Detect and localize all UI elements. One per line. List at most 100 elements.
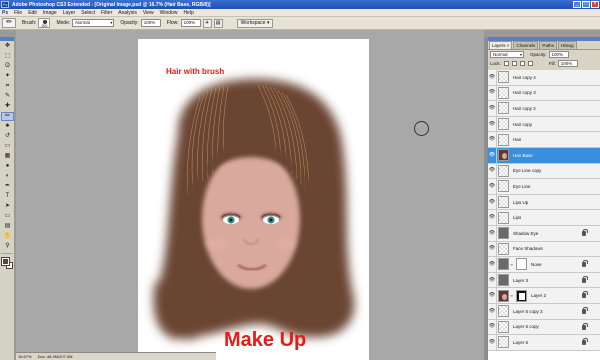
layer-row[interactable]: 👁 ∞ Layer 2 (488, 288, 600, 304)
marquee-icon[interactable]: ⬚ (1, 52, 14, 61)
layer-row[interactable]: 👁 Lips Up (488, 194, 600, 211)
move-icon[interactable]: ✥ (1, 42, 14, 51)
lock-all-icon[interactable] (527, 61, 533, 66)
shape-icon[interactable]: ▭ (1, 212, 14, 221)
blend-mode-select[interactable]: Normal ▾ (490, 51, 524, 58)
toolbox-grip[interactable] (0, 37, 14, 41)
layer-row[interactable]: 👁 Face Shadows (488, 241, 600, 258)
layer-row[interactable]: 👁 Hair copy 2 (488, 100, 600, 117)
layer-row[interactable]: 👁 Layer 5 (488, 334, 600, 351)
fill-field[interactable]: 100% (557, 60, 578, 67)
tab-channels[interactable]: Channels (513, 41, 539, 49)
layer-row[interactable]: 👁 Shadow Eye (488, 225, 600, 242)
eye-icon[interactable]: 👁 (488, 147, 497, 163)
maximize-button[interactable]: □ (582, 1, 590, 8)
brushes-palette-button[interactable]: ▤ (213, 18, 223, 28)
layer-row[interactable]: 👁 Hair Base (488, 147, 600, 164)
eye-icon[interactable]: 👁 (488, 132, 497, 148)
brush-icon[interactable]: ✏ (1, 112, 14, 121)
lasso-icon[interactable]: ʘ (1, 62, 14, 71)
lock-label: Lock: (490, 61, 501, 66)
menu-file[interactable]: File (11, 10, 25, 16)
eye-icon[interactable]: 👁 (488, 303, 497, 319)
dodge-icon[interactable]: ◐ (1, 172, 14, 181)
layer-mask-thumbnail[interactable] (516, 289, 527, 302)
eye-icon[interactable]: 👁 (488, 288, 497, 304)
stamp-icon[interactable]: ♣ (1, 122, 14, 131)
gradient-icon[interactable]: ▦ (1, 152, 14, 161)
close-button[interactable]: × (591, 1, 599, 8)
path-select-icon[interactable]: ➤ (1, 202, 14, 211)
menu-layer[interactable]: Layer (60, 10, 79, 16)
notes-icon[interactable]: ▤ (1, 222, 14, 231)
eye-icon[interactable]: 👁 (488, 116, 497, 132)
zoom-icon[interactable]: ⚲ (1, 242, 14, 251)
layer-row[interactable]: 👁 ∞ Nose (488, 256, 600, 273)
blur-icon[interactable]: ● (1, 162, 14, 171)
eraser-icon[interactable]: ▭ (1, 142, 14, 151)
eye-icon[interactable]: 👁 (488, 256, 497, 272)
layer-row[interactable]: 👁 Layer 5 copy (488, 319, 600, 336)
menu-filter[interactable]: Filter (98, 10, 115, 16)
eye-icon[interactable]: 👁 (488, 241, 497, 257)
pen-icon[interactable]: ✒ (1, 182, 14, 191)
menu-app-icon[interactable]: Ps (0, 10, 11, 16)
layer-row[interactable]: 👁 Hair copy (488, 116, 600, 133)
menu-window[interactable]: Window (157, 10, 181, 16)
eyedropper-icon[interactable]: ✎ (1, 92, 14, 101)
eye-icon[interactable]: 👁 (488, 334, 497, 350)
magic-wand-icon[interactable]: ✦ (1, 72, 14, 81)
healing-icon[interactable]: ✚ (1, 102, 14, 111)
layer-row[interactable]: 👁 Layer 3 (488, 272, 600, 289)
menu-select[interactable]: Select (78, 10, 98, 16)
layer-opacity-field[interactable]: 100% (548, 51, 569, 58)
opacity-field[interactable]: 100% (140, 19, 161, 27)
crop-icon[interactable]: ⌗ (1, 82, 14, 91)
hand-icon[interactable]: ✋ (1, 232, 14, 241)
tab-layers[interactable]: Layers × (489, 41, 513, 49)
eye-icon[interactable]: 👁 (488, 194, 497, 210)
menu-help[interactable]: Help (180, 10, 196, 16)
layer-name: Hair copy 3 (513, 90, 536, 96)
layer-row[interactable]: 👁 Hair copy 3 (488, 85, 600, 102)
layer-row[interactable]: 👁 Hair (488, 132, 600, 148)
layer-mask-thumbnail[interactable] (516, 258, 527, 271)
layer-row[interactable]: 👁 Layer 5 copy 3 (488, 303, 600, 320)
history-brush-icon[interactable]: ↺ (1, 132, 14, 141)
lock-transparency-icon[interactable] (503, 61, 509, 66)
tool-preset-picker[interactable]: ✏ (2, 18, 16, 28)
lock-position-icon[interactable] (519, 61, 525, 66)
eye-icon[interactable]: 👁 (488, 100, 497, 116)
eye-icon[interactable]: 👁 (488, 163, 497, 179)
menu-edit[interactable]: Edit (25, 10, 40, 16)
flow-field[interactable]: 100% (180, 19, 201, 27)
eye-icon[interactable]: 👁 (488, 272, 497, 288)
brush-preset-picker[interactable]: 200 (38, 18, 51, 28)
eye-icon[interactable]: 👁 (488, 178, 497, 194)
workspace-button[interactable]: Workspace ▾ (236, 18, 274, 28)
menu-view[interactable]: View (140, 10, 157, 16)
menu-image[interactable]: Image (40, 10, 60, 16)
eye-icon[interactable]: 👁 (488, 225, 497, 241)
foreground-color-swatch[interactable] (1, 257, 10, 266)
eye-icon[interactable]: 👁 (488, 319, 497, 335)
airbrush-toggle[interactable]: ✈ (202, 18, 212, 28)
layer-row[interactable]: 👁 Eye Line copy (488, 163, 600, 180)
link-chain-icon[interactable]: ∞ (509, 262, 514, 267)
eye-icon[interactable]: 👁 (488, 70, 497, 85)
tab-histogram[interactable]: Histog (557, 41, 577, 49)
minimize-button[interactable]: _ (573, 1, 581, 8)
menu-analysis[interactable]: Analysis (115, 10, 140, 16)
mode-select[interactable]: Normal ▾ (72, 19, 115, 27)
type-icon[interactable]: T (1, 192, 14, 201)
lock-pixels-icon[interactable] (511, 61, 517, 66)
eye-icon[interactable]: 👁 (488, 210, 497, 226)
layer-row[interactable]: 👁 Hair copy 4 (488, 70, 600, 86)
image-canvas[interactable]: Hair with brush Make Up (138, 39, 369, 360)
layer-row[interactable]: 👁 Lips (488, 210, 600, 226)
tab-paths[interactable]: Paths (539, 41, 557, 49)
link-chain-icon[interactable]: ∞ (509, 293, 514, 298)
airbrush-icon: ✈ (205, 19, 210, 26)
eye-icon[interactable]: 👁 (488, 85, 497, 101)
layer-row[interactable]: 👁 Eye Line (488, 178, 600, 195)
